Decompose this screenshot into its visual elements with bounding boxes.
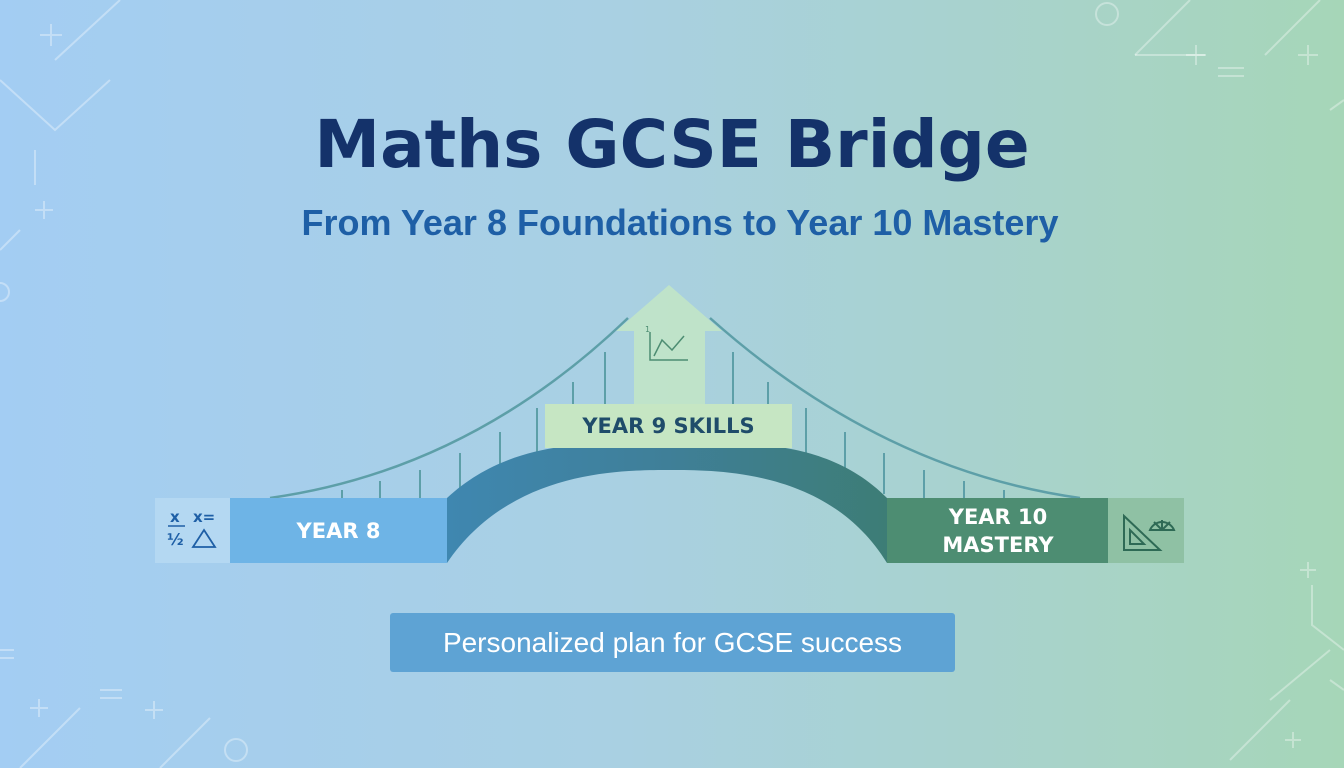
bridge-arch — [447, 443, 887, 563]
svg-text:x=: x= — [193, 508, 215, 526]
math-symbols-icon: x x= ½ — [155, 498, 231, 563]
year10-mastery-label: YEAR 10 MASTERY — [887, 498, 1109, 563]
personalized-plan-banner: Personalized plan for GCSE success — [390, 613, 955, 672]
set-square-protractor-icon — [1108, 498, 1184, 563]
svg-text:½: ½ — [167, 530, 184, 549]
year8-label: YEAR 8 — [230, 498, 447, 563]
year9-skills-label: YEAR 9 SKILLS — [545, 404, 792, 448]
svg-text:x: x — [170, 508, 180, 526]
growth-arrow — [616, 285, 722, 404]
svg-text:1: 1 — [645, 325, 650, 334]
